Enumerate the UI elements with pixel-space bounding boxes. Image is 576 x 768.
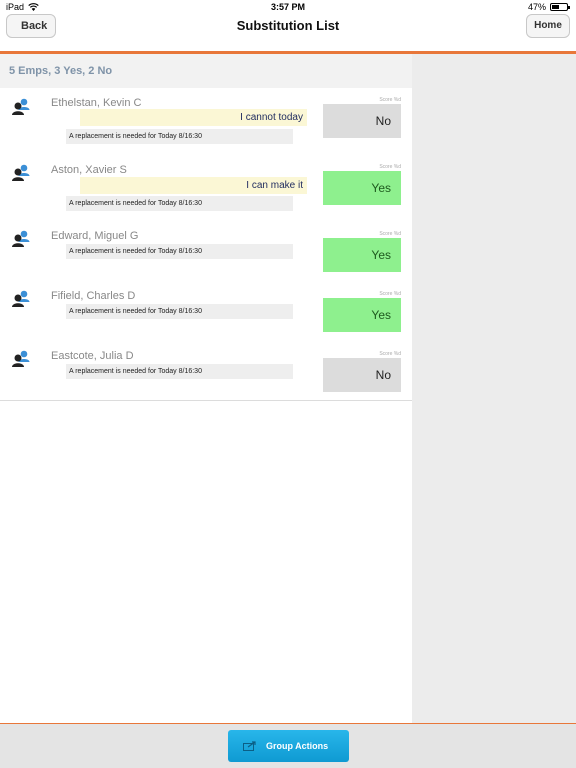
- score-label: Score %d: [379, 351, 401, 357]
- list-item: Aston, Xavier S I can make it A replacem…: [0, 157, 412, 217]
- employee-name: Edward, Miguel G: [51, 230, 139, 242]
- substitution-list-panel: 5 Emps, 3 Yes, 2 No Ethelstan, Kevin C I…: [0, 54, 412, 724]
- response-button[interactable]: Yes: [323, 298, 401, 332]
- request-note: A replacement is needed for Today 8/16:3…: [66, 129, 293, 144]
- status-bar: iPad 3:57 PM 47%: [0, 0, 576, 14]
- response-button[interactable]: Yes: [323, 171, 401, 205]
- response-button[interactable]: Yes: [323, 238, 401, 272]
- response-button[interactable]: No: [323, 104, 401, 138]
- person-group-icon: [12, 350, 30, 367]
- request-note: A replacement is needed for Today 8/16:3…: [66, 244, 293, 259]
- reply-message: I can make it: [80, 177, 307, 194]
- person-group-icon: [12, 164, 30, 181]
- battery-percent: 47%: [527, 2, 546, 12]
- score-label: Score %d: [379, 231, 401, 237]
- home-button[interactable]: Home: [526, 14, 570, 38]
- reply-message: I cannot today: [80, 109, 307, 126]
- list-item: Eastcote, Julia D A replacement is neede…: [0, 344, 412, 404]
- employee-name: Eastcote, Julia D: [51, 350, 134, 362]
- request-note: A replacement is needed for Today 8/16:3…: [66, 196, 293, 211]
- employee-name: Fifield, Charles D: [51, 290, 136, 302]
- list-item: Edward, Miguel G A replacement is needed…: [0, 224, 412, 284]
- score-label: Score %d: [379, 97, 401, 103]
- list-item: Fifield, Charles D A replacement is need…: [0, 284, 412, 344]
- score-label: Score %d: [379, 164, 401, 170]
- navigation-bar: Back Substitution List Home: [0, 14, 576, 52]
- page-title: Substitution List: [236, 18, 340, 33]
- group-actions-button[interactable]: Group Actions: [228, 730, 349, 762]
- score-label: Score %d: [379, 291, 401, 297]
- employee-name: Aston, Xavier S: [51, 164, 127, 176]
- detail-panel: [412, 54, 576, 724]
- request-note: A replacement is needed for Today 8/16:3…: [66, 364, 293, 379]
- person-group-icon: [12, 290, 30, 307]
- employee-name: Ethelstan, Kevin C: [51, 97, 142, 109]
- group-actions-label: Group Actions: [266, 741, 329, 751]
- response-button[interactable]: No: [323, 358, 401, 392]
- share-icon: [243, 741, 256, 751]
- summary-header: 5 Emps, 3 Yes, 2 No: [0, 54, 412, 88]
- list-divider: [0, 400, 412, 401]
- person-group-icon: [12, 230, 30, 247]
- list-item: Ethelstan, Kevin C I cannot today A repl…: [0, 90, 412, 150]
- bottom-toolbar: Group Actions: [0, 724, 576, 768]
- person-group-icon: [12, 98, 30, 115]
- status-time: 3:57 PM: [270, 2, 305, 12]
- request-note: A replacement is needed for Today 8/16:3…: [66, 304, 293, 319]
- battery-icon: [550, 3, 570, 11]
